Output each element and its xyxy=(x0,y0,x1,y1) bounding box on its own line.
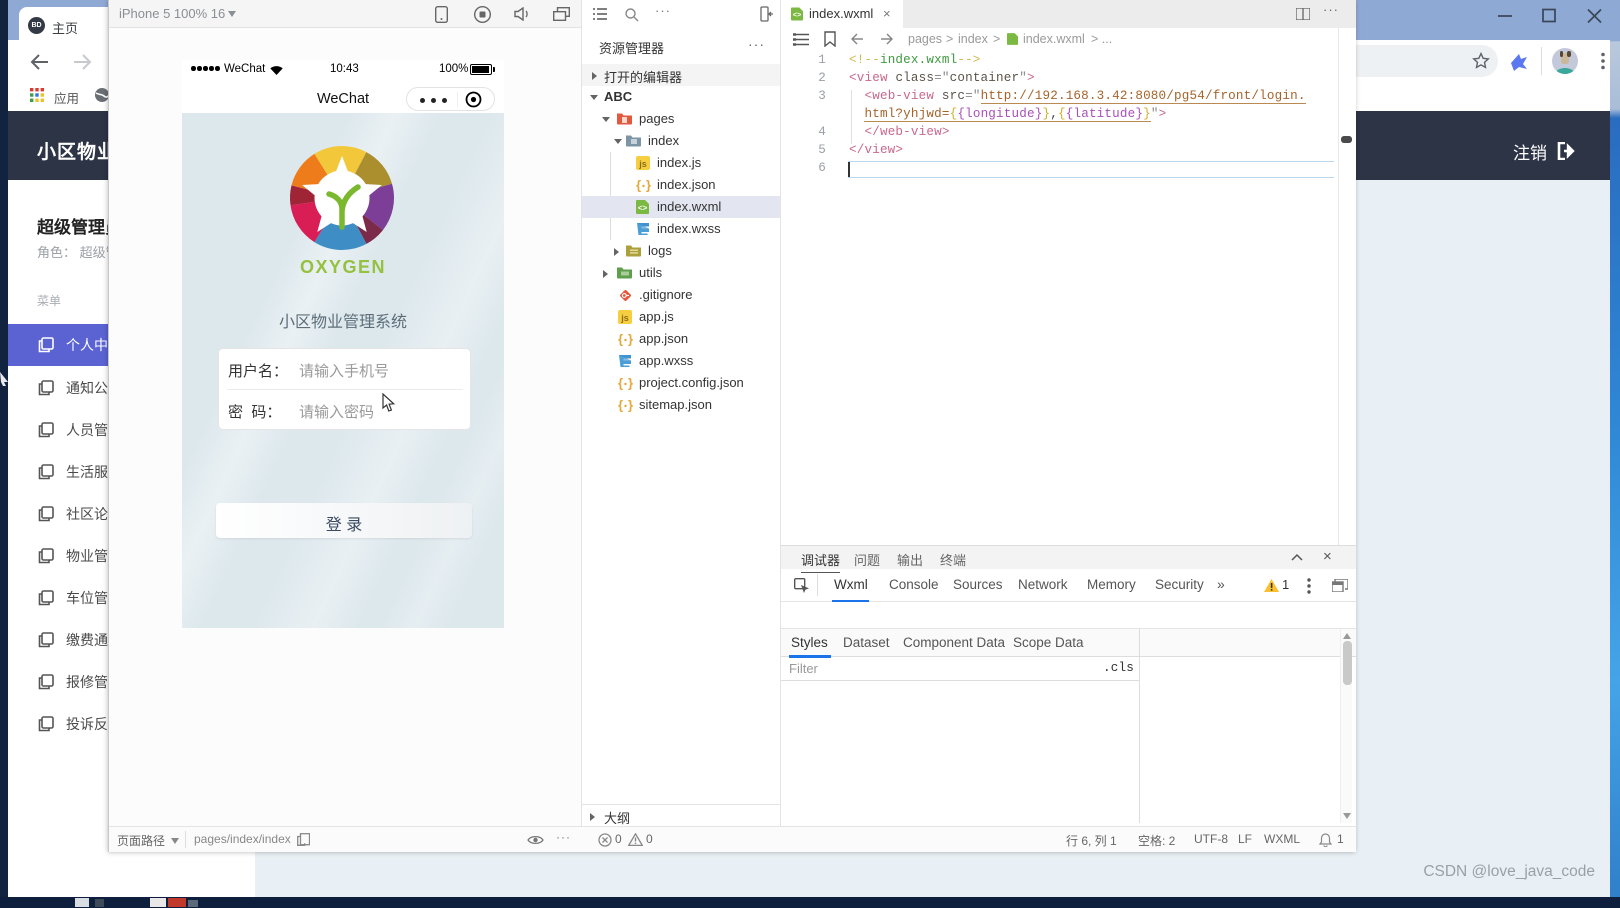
svg-text:<>: <> xyxy=(793,10,802,19)
svg-text:<>: <> xyxy=(638,204,648,213)
svg-text:js: js xyxy=(638,159,647,169)
svg-text:{: { xyxy=(636,178,641,192)
svg-text:}: } xyxy=(628,398,633,412)
svg-text:{: { xyxy=(618,398,623,412)
svg-text:}: } xyxy=(646,178,651,192)
svg-text:js: js xyxy=(620,313,629,323)
svg-text:}: } xyxy=(628,332,633,346)
svg-text:{: { xyxy=(618,376,623,390)
svg-text:}: } xyxy=(628,376,633,390)
svg-text:{: { xyxy=(618,332,623,346)
